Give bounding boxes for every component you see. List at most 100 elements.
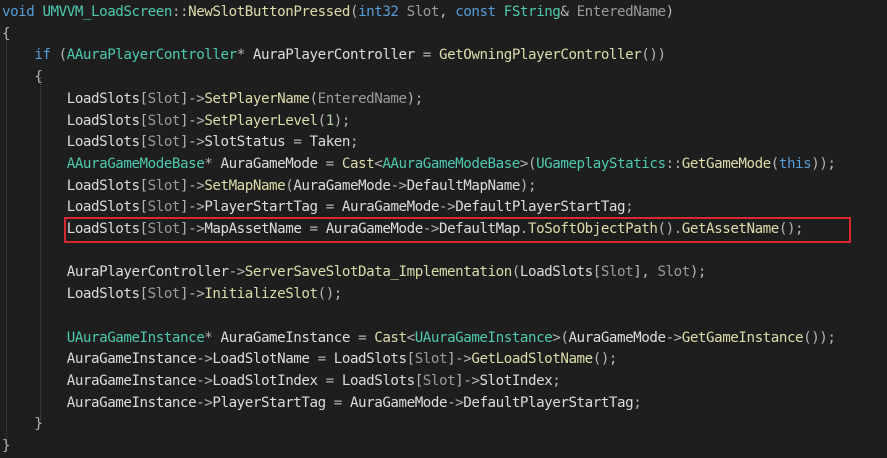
code-token: ]-> <box>180 112 205 129</box>
code-token: Slot <box>406 4 440 20</box>
code-token: AuraPlayerController <box>252 47 415 64</box>
code-line: { <box>2 24 11 46</box>
code-token: (); <box>592 351 618 368</box>
code-token: Slot <box>147 90 181 107</box>
code-token: GetLoadSlotName <box>471 351 593 368</box>
code-line: } <box>2 436 11 458</box>
code-line: void UMVVM_LoadScreen::NewSlotButtonPres… <box>2 2 674 24</box>
code-token: * <box>236 47 253 64</box>
code-token: ); <box>519 177 537 194</box>
code-token: LoadSlots <box>66 134 140 151</box>
code-token: AuraPlayerController <box>66 264 229 281</box>
code-token: Slot <box>147 112 181 129</box>
code-token: PlayerStartTag <box>212 394 326 411</box>
code-token: >( <box>552 329 569 346</box>
code-token: -> <box>196 351 213 368</box>
code-token: } <box>34 416 43 433</box>
code-token: ]-> <box>455 372 480 389</box>
code-token: LoadSlots <box>66 112 140 129</box>
code-token: AuraGameMode <box>341 199 440 216</box>
code-token: AAuraPlayerController <box>66 47 237 64</box>
code-line: LoadSlots[Slot]->SlotStatus = Taken; <box>2 132 359 154</box>
code-token: [ <box>139 177 149 194</box>
code-token: (); <box>317 286 343 303</box>
code-token: EnteredName <box>576 4 666 20</box>
code-token: GetGameMode <box>681 155 771 172</box>
code-token: DefaultMapName <box>406 177 521 194</box>
code-token: } <box>2 438 11 454</box>
code-token: DefaultPlayerStartTag <box>455 199 626 216</box>
code-token: ( <box>309 90 319 107</box>
code-token: ); <box>689 264 707 281</box>
code-token: int32 <box>358 4 407 20</box>
code-token: AAuraGameModeBase <box>382 155 520 172</box>
code-token: ()) <box>641 47 666 64</box>
code-token: Cast <box>341 155 375 172</box>
highlight-box <box>64 217 851 243</box>
code-editor[interactable]: void UMVVM_LoadScreen::NewSlotButtonPres… <box>0 0 887 458</box>
code-token: * <box>204 155 221 172</box>
code-line: AuraGameInstance->LoadSlotIndex = LoadSl… <box>2 371 561 393</box>
code-token: DefaultPlayerStartTag <box>463 394 634 411</box>
code-token: [ <box>414 372 424 389</box>
code-token: this <box>778 155 812 172</box>
code-token: [ <box>592 264 602 281</box>
code-token: NewSlotButtonPressed <box>188 4 350 20</box>
code-token: ) <box>665 4 675 20</box>
code-token: LoadSlots <box>66 286 140 303</box>
code-token: LoadSlots <box>333 351 407 368</box>
code-token: Taken <box>309 134 351 151</box>
code-token: AuraGameInstance <box>66 394 197 411</box>
code-token: LoadSlots <box>519 264 593 281</box>
code-token: ]-> <box>180 286 205 303</box>
code-token: SetPlayerLevel <box>204 112 318 129</box>
code-token: [ <box>406 351 416 368</box>
code-line: { <box>2 67 43 89</box>
code-token: >( <box>519 155 537 172</box>
code-token: = <box>317 372 342 389</box>
code-token: Slot <box>147 286 181 303</box>
code-token: AuraGameMode <box>568 329 666 346</box>
code-token: & <box>560 4 577 20</box>
code-token: = <box>317 199 342 216</box>
code-line: } <box>2 414 43 436</box>
code-token: PlayerStartTag <box>204 199 318 216</box>
code-token: [ <box>139 112 149 129</box>
code-line: AAuraGameModeBase* AuraGameMode = Cast<A… <box>2 154 836 176</box>
code-token: ( <box>317 112 327 129</box>
code-token: ; <box>633 394 642 411</box>
code-token: LoadSlots <box>66 90 140 107</box>
code-token: EnteredName <box>317 90 407 107</box>
code-token: const <box>455 4 504 20</box>
code-token: -> <box>439 199 456 216</box>
code-token: LoadSlotName <box>212 351 310 368</box>
code-token: Slot <box>414 351 448 368</box>
code-token: [ <box>139 286 149 303</box>
code-token: ]-> <box>447 351 472 368</box>
code-token: = <box>317 155 342 172</box>
code-token: ]-> <box>180 90 205 107</box>
code-token: AAuraGameModeBase <box>66 155 205 172</box>
code-token: ], <box>633 264 658 281</box>
code-token: :: <box>171 4 189 20</box>
code-line: AuraPlayerController->ServerSaveSlotData… <box>2 262 707 284</box>
code-token: AuraGameInstance <box>66 351 197 368</box>
code-token: -> <box>390 177 407 194</box>
code-token: ); <box>333 112 351 129</box>
code-token: ; <box>552 372 561 389</box>
code-line: AuraGameInstance->PlayerStartTag = AuraG… <box>2 393 642 415</box>
code-token: Slot <box>147 199 181 216</box>
code-token: AuraGameMode <box>349 394 448 411</box>
code-token: Slot <box>600 264 634 281</box>
code-token: UAuraGameInstance <box>66 329 205 346</box>
code-token: -> <box>665 329 683 346</box>
code-line: LoadSlots[Slot]->InitializeSlot(); <box>2 284 343 306</box>
code-line: LoadSlots[Slot]->SetPlayerName(EnteredNa… <box>2 89 424 111</box>
